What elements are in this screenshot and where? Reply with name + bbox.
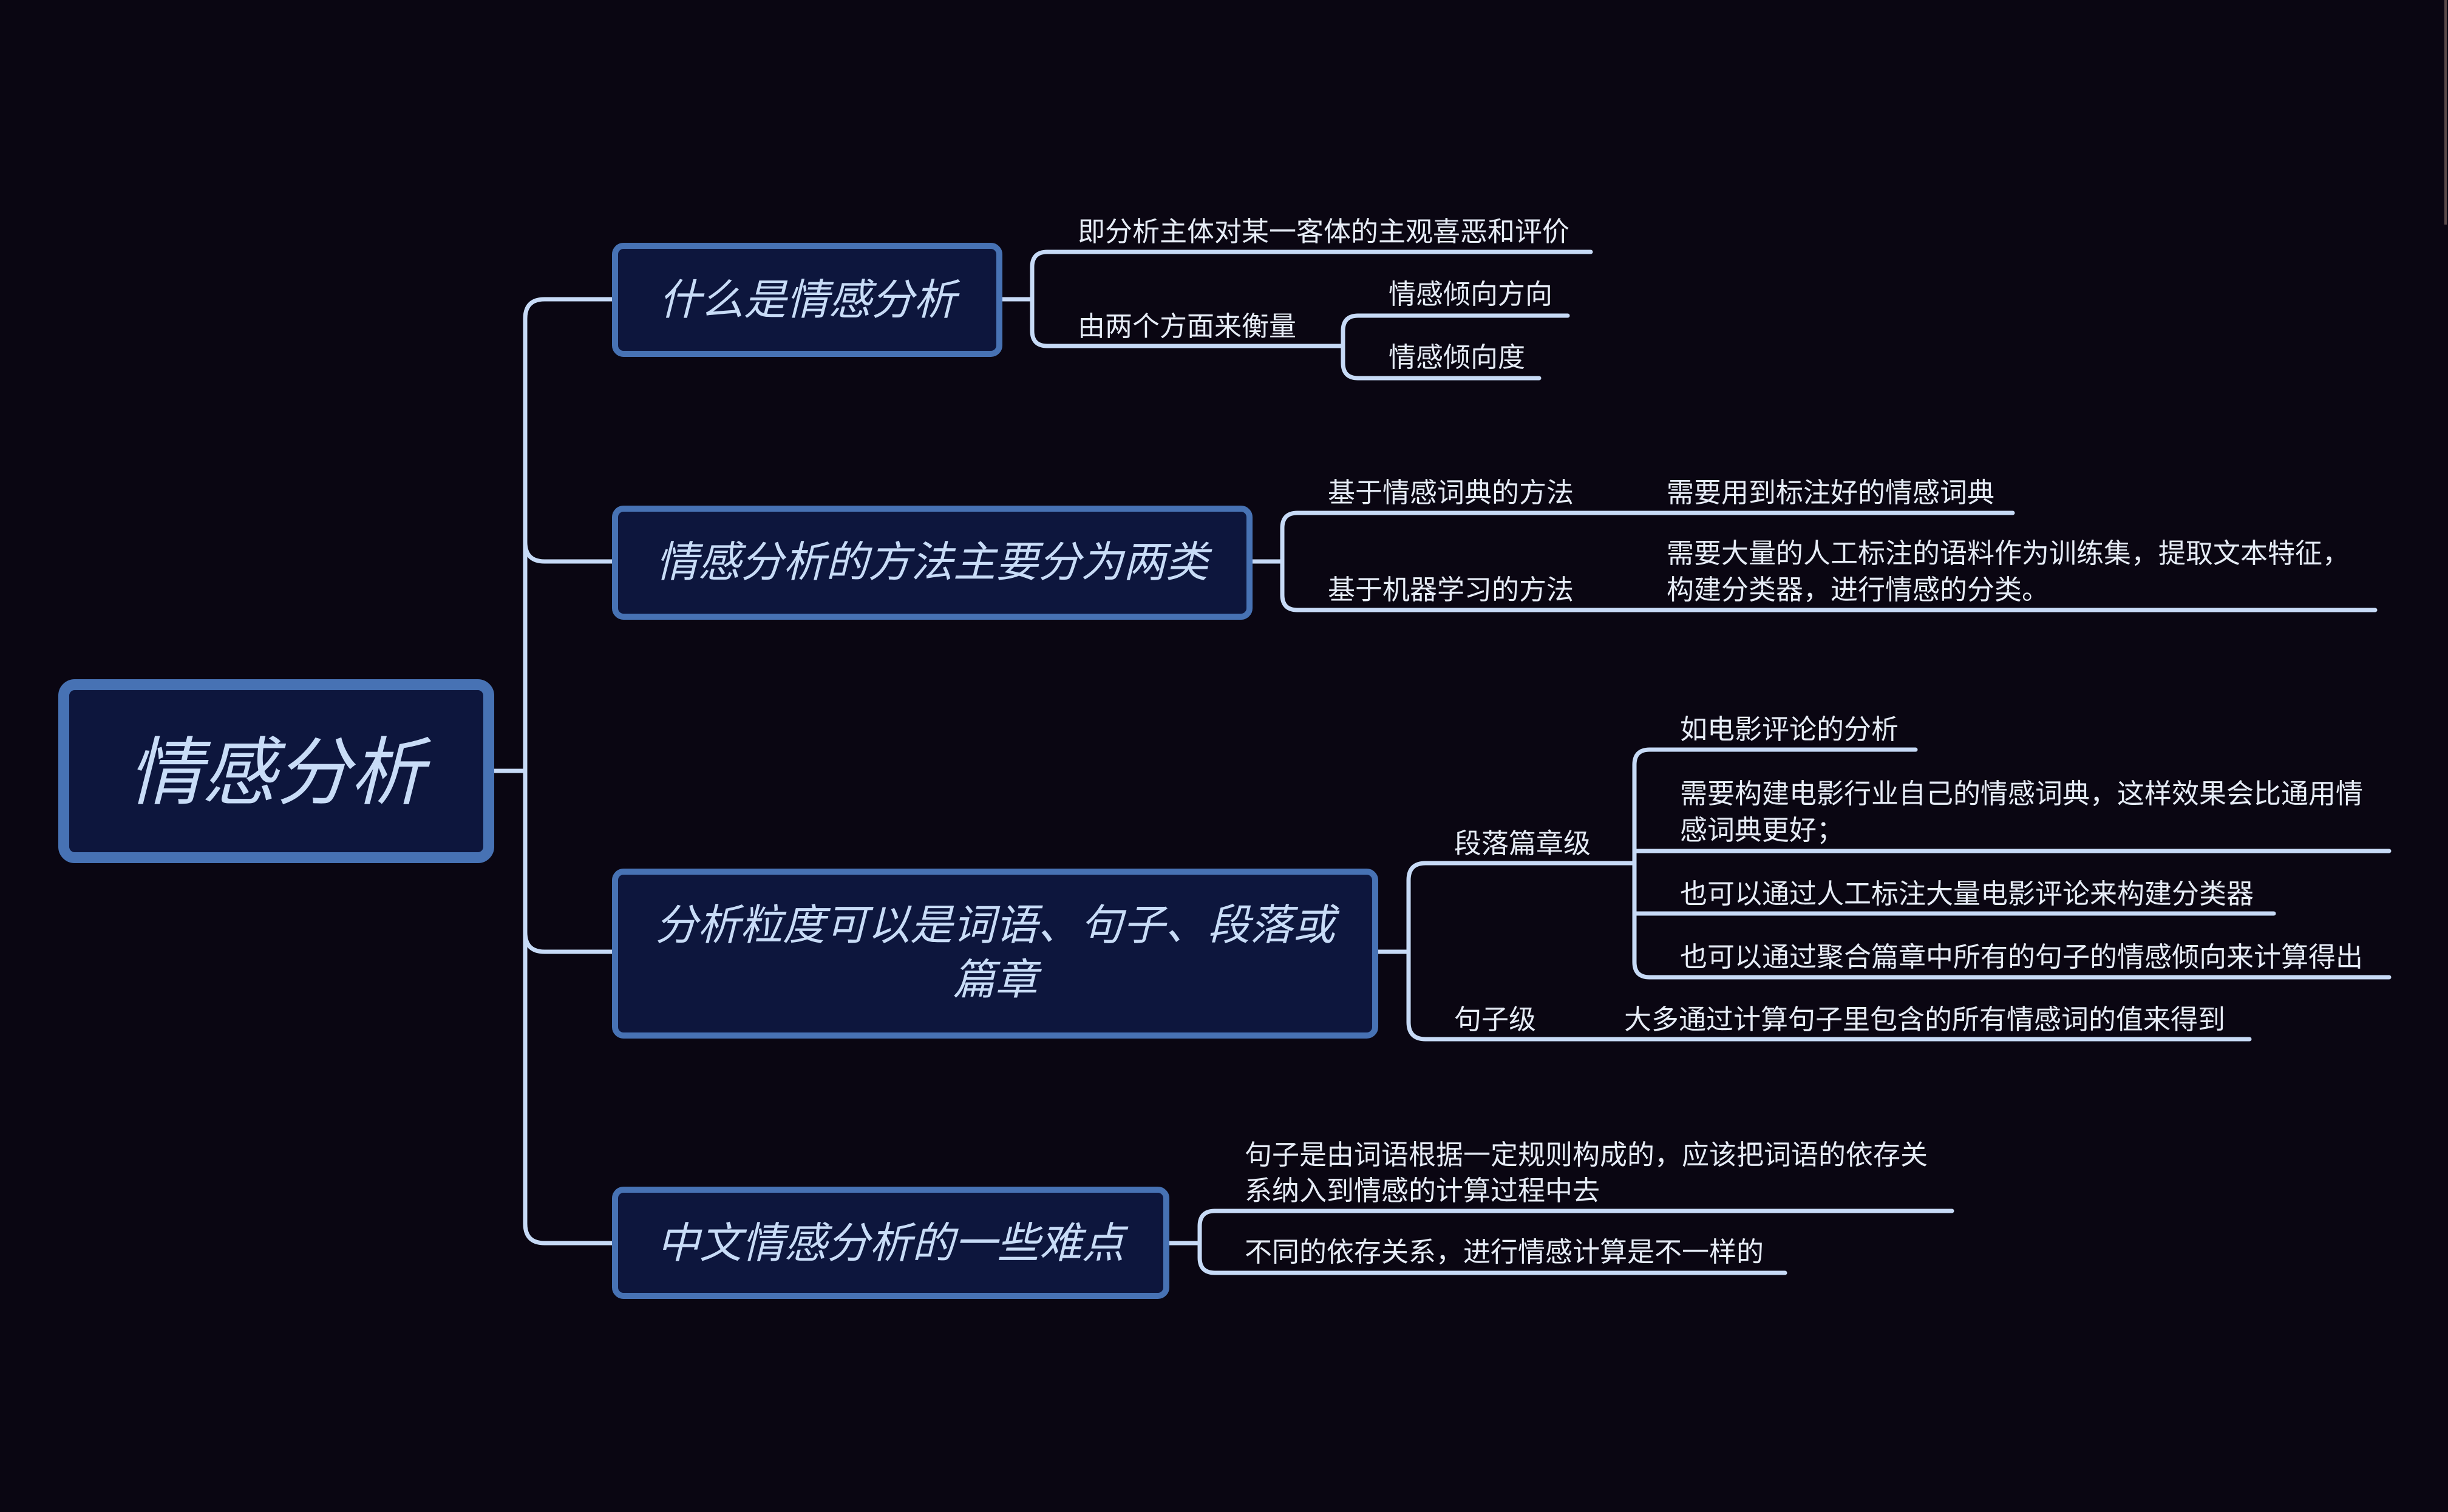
subtopic-degree-label-line: 情感倾向度	[1389, 341, 1525, 373]
subtopic-aggregate-label-line: 也可以通过聚合篇章中所有的句子的情感倾向来计算得出	[1680, 941, 2363, 973]
subtopic-degree[interactable]: 情感倾向度	[1389, 341, 1525, 373]
subtopic-definition-label: 即分析主体对某一客体的主观喜恶和评价	[1078, 215, 1569, 248]
subtopic-ml-method[interactable]: 基于机器学习的方法	[1328, 574, 1574, 606]
subtopic-sentence-level-label-line: 句子级	[1454, 1003, 1536, 1036]
topic-label: 中文情感分析的一些难点	[657, 1218, 1129, 1268]
topic-analysis-granularity[interactable]: 分析粒度可以是词语、句子、段落或篇章	[612, 869, 1378, 1039]
subtopic-two-aspects-label-line: 由两个方面来衡量	[1078, 310, 1296, 342]
topic-1-connector	[523, 540, 616, 564]
subtopic-domain-lexicon[interactable]: 需要构建电影行业自己的情感词典，这样效果会比通用情感词典更好；	[1680, 778, 2363, 846]
subtopic-ml-note-label-line: 构建分类器，进行情感的分类。	[1667, 574, 2049, 606]
subtopic-paragraph-level-label: 段落篇章级	[1454, 827, 1591, 859]
topic-label-line: 情感分析的方法主要分为两类	[656, 537, 1212, 587]
subtopic-definition[interactable]: 即分析主体对某一客体的主观喜恶和评价	[1078, 215, 1569, 248]
mind-map: 情感分析 什么是情感分析情感分析的方法主要分为两类分析粒度可以是词语、句子、段落或…	[58, 215, 2392, 1299]
subtopic-dependency-diff[interactable]: 不同的依存关系，进行情感计算是不一样的	[1245, 1236, 1764, 1268]
subtopic-ml-method-label: 基于机器学习的方法	[1328, 574, 1574, 606]
subtopic-ml-note-label-line: 需要大量的人工标注的语料作为训练集，提取文本特征，	[1667, 537, 2350, 569]
subtopic-ml-note[interactable]: 需要大量的人工标注的语料作为训练集，提取文本特征， 构建分类器，进行情感的分类。	[1667, 537, 2350, 606]
topic-0-fork	[1030, 249, 1050, 348]
subtopic-dependency-diff-label: 不同的依存关系，进行情感计算是不一样的	[1245, 1236, 1764, 1268]
subtopic-lexicon-method-label-line: 基于情感词典的方法	[1328, 476, 1574, 509]
subtopic-manual-label[interactable]: 也可以通过人工标注大量电影评论来构建分类器	[1680, 878, 2254, 910]
subtopic-paragraph-level[interactable]: 段落篇章级	[1454, 827, 1591, 859]
subtopic-two-aspects[interactable]: 由两个方面来衡量	[1078, 310, 1296, 342]
subtopic-movie-review[interactable]: 如电影评论的分析	[1680, 713, 1899, 745]
topic-box	[612, 869, 1378, 1039]
topic-label-line: 什么是情感分析	[659, 275, 960, 325]
subtopic-aggregate[interactable]: 也可以通过聚合篇章中所有的句子的情感倾向来计算得出	[1680, 941, 2363, 973]
topic-2-connector	[523, 930, 616, 954]
subtopic-movie-review-label-line: 如电影评论的分析	[1680, 713, 1899, 745]
subtopic-lexicon-note[interactable]: 需要用到标注好的情感词典	[1667, 476, 1994, 509]
topic-label: 情感分析的方法主要分为两类	[656, 537, 1212, 587]
subtopic-lexicon-note-label-line: 需要用到标注好的情感词典	[1667, 476, 1994, 509]
subtopic-domain-lexicon-label-line: 需要构建电影行业自己的情感词典，这样效果会比通用情	[1680, 778, 2363, 810]
topic-label: 什么是情感分析	[659, 275, 960, 325]
topic-analysis-methods[interactable]: 情感分析的方法主要分为两类	[612, 506, 1253, 620]
topic-label-line: 篇章	[953, 955, 1042, 1005]
subtopic-degree-label: 情感倾向度	[1389, 341, 1525, 373]
subtopic-domain-lexicon-label-line: 感词典更好；	[1680, 814, 1844, 846]
subtopic-sentence-note-label: 大多通过计算句子里包含的所有情感词的值来得到	[1624, 1003, 2225, 1036]
topic-2-fork	[1406, 861, 1428, 1042]
subtopic-dependency-label-line: 句子是由词语根据一定规则构成的，应该把词语的依存关	[1245, 1139, 1928, 1171]
subtopic-manual-label-label: 也可以通过人工标注大量电影评论来构建分类器	[1680, 878, 2254, 910]
subtopic-direction[interactable]: 情感倾向方向	[1389, 278, 1552, 310]
root-node[interactable]: 情感分析	[58, 679, 494, 863]
subtopic-sentence-note-label-line: 大多通过计算句子里包含的所有情感词的值来得到	[1624, 1003, 2225, 1036]
subtopic-aggregate-label: 也可以通过聚合篇章中所有的句子的情感倾向来计算得出	[1680, 941, 2363, 973]
scrollbar-edge	[2444, 0, 2447, 225]
nodes: 情感分析 什么是情感分析情感分析的方法主要分为两类分析粒度可以是词语、句子、段落或…	[58, 215, 2363, 1299]
subtopic-ml-method-label-line: 基于机器学习的方法	[1328, 574, 1574, 606]
topic-chinese-difficulties[interactable]: 中文情感分析的一些难点	[612, 1187, 1169, 1299]
subtopic-sentence-level[interactable]: 句子级	[1454, 1003, 1536, 1036]
subtopic-dependency-label: 句子是由词语根据一定规则构成的，应该把词语的依存关系纳入到情感的计算过程中去	[1245, 1139, 1928, 1207]
subtopic-paragraph-level-label-line: 段落篇章级	[1454, 827, 1591, 859]
trunk-connector	[523, 297, 616, 1246]
subtopic-sentence-note[interactable]: 大多通过计算句子里包含的所有情感词的值来得到	[1624, 1003, 2225, 1036]
topic-1-fork	[1280, 510, 1300, 612]
subtopic-lexicon-method-label: 基于情感词典的方法	[1328, 476, 1574, 509]
subtopic-two-aspects-label: 由两个方面来衡量	[1078, 310, 1296, 342]
subtopic-domain-lexicon-label: 需要构建电影行业自己的情感词典，这样效果会比通用情感词典更好；	[1680, 778, 2363, 846]
root-label: 情感分析	[128, 730, 432, 816]
subtopic-dependency-label-line: 系纳入到情感的计算过程中去	[1245, 1175, 1600, 1207]
subtopic-dependency-diff-label-line: 不同的依存关系，进行情感计算是不一样的	[1245, 1236, 1764, 1268]
subtopic-lexicon-note-label: 需要用到标注好的情感词典	[1667, 476, 1994, 509]
topic-label-line: 中文情感分析的一些难点	[657, 1218, 1129, 1268]
topic-3-fork	[1197, 1209, 1217, 1275]
subtopic-manual-label-label-line: 也可以通过人工标注大量电影评论来构建分类器	[1680, 878, 2254, 910]
topic-what-is-sentiment-analysis[interactable]: 什么是情感分析	[612, 243, 1002, 357]
connectors	[491, 249, 2392, 1275]
subtopic-sentence-level-label: 句子级	[1454, 1003, 1536, 1036]
subtopic-direction-label-line: 情感倾向方向	[1389, 278, 1552, 310]
topic-label-line: 分析粒度可以是词语、句子、段落或	[655, 900, 1340, 950]
subtopic-dependency[interactable]: 句子是由词语根据一定规则构成的，应该把词语的依存关系纳入到情感的计算过程中去	[1245, 1139, 1928, 1207]
subtopic-definition-label-line: 即分析主体对某一客体的主观喜恶和评价	[1078, 215, 1569, 248]
subtopic-movie-review-label: 如电影评论的分析	[1680, 713, 1899, 745]
subtopic-ml-note-label: 需要大量的人工标注的语料作为训练集，提取文本特征， 构建分类器，进行情感的分类。	[1667, 537, 2350, 606]
aspects-fork	[1341, 313, 1361, 381]
paragraph-fork	[1632, 747, 1652, 980]
subtopic-direction-label: 情感倾向方向	[1389, 278, 1552, 310]
subtopic-lexicon-method[interactable]: 基于情感词典的方法	[1328, 476, 1574, 509]
